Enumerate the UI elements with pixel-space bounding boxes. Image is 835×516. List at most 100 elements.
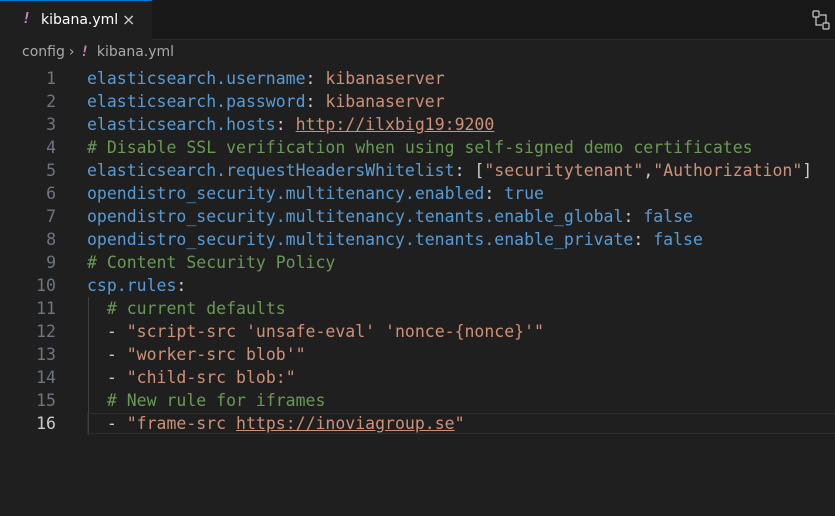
code-token: : <box>176 276 187 295</box>
code-line[interactable]: 14 - "child-src blob:" <box>0 366 835 389</box>
code-text: opendistro_security.multitenancy.tenants… <box>87 228 703 251</box>
code-token: elasticsearch.requestHeadersWhitelist <box>87 161 455 180</box>
code-token: , <box>643 161 654 180</box>
code-text: - "frame-src https://inoviagroup.se" <box>87 412 465 435</box>
code-text: opendistro_security.multitenancy.tenants… <box>87 205 693 228</box>
tab-kibana-yml[interactable]: ! kibana.yml × <box>0 0 152 40</box>
tab-title: kibana.yml <box>41 12 119 28</box>
code-line[interactable]: 4 # Disable SSL verification when using s… <box>0 136 835 159</box>
code-token: opendistro_security.multitenancy.enabled <box>87 184 485 203</box>
code-token: - <box>87 322 127 341</box>
code-text: elasticsearch.hosts: http://ilxbig19:920… <box>87 113 494 136</box>
line-number: 4 <box>46 138 56 157</box>
line-number: 12 <box>36 322 56 341</box>
line-number: 5 <box>46 161 56 180</box>
line-number: 16 <box>36 414 56 433</box>
breadcrumb: config ›! kibana.yml <box>22 44 174 64</box>
code-token: opendistro_security.multitenancy.tenants… <box>87 230 634 249</box>
line-number: 10 <box>36 276 56 295</box>
code-token: - <box>87 414 127 433</box>
code-line[interactable]: 1 elasticsearch.username: kibanaserver <box>0 67 835 90</box>
open-changes-icon[interactable] <box>812 10 830 34</box>
code-line[interactable]: 11 # current defaults <box>0 297 835 320</box>
code-token: - <box>87 345 127 364</box>
breadcrumb-folder[interactable]: config <box>22 44 65 60</box>
code-token: " <box>454 414 465 433</box>
code-text: csp.rules: <box>87 274 186 297</box>
code-token: csp.rules <box>87 276 177 295</box>
code-token: "frame-src <box>126 414 237 433</box>
code-token: elasticsearch.username <box>87 69 306 88</box>
code-text: - "script-src 'unsafe-eval' 'nonce-{nonc… <box>87 320 544 343</box>
code-token: # Content Security Policy <box>87 253 336 272</box>
tab-bar: ! kibana.yml × <box>0 0 835 40</box>
code-token: "script-src 'unsafe-eval' 'nonce-{nonce}… <box>126 322 544 341</box>
code-line[interactable]: 16 - "frame-src https://inoviagroup.se" <box>0 412 835 435</box>
code-text: elasticsearch.username: kibanaserver <box>87 67 445 90</box>
code-text: # New rule for iframes <box>87 389 326 412</box>
code-text: # current defaults <box>87 297 286 320</box>
code-token: # Disable SSL verification when using se… <box>87 138 753 157</box>
code-text: # Disable SSL verification when using se… <box>87 136 753 159</box>
line-number: 2 <box>46 92 56 111</box>
line-number: 11 <box>36 299 56 318</box>
line-number: 9 <box>46 253 56 272</box>
code-token[interactable]: http://ilxbig19:9200 <box>296 115 495 134</box>
code-token: - <box>87 368 127 387</box>
line-number: 3 <box>46 115 56 134</box>
code-line[interactable]: 12 - "script-src 'unsafe-eval' 'nonce-{n… <box>0 320 835 343</box>
code-line[interactable]: 5 elasticsearch.requestHeadersWhitelist: … <box>0 159 835 182</box>
code-token: # New rule for iframes <box>106 391 326 410</box>
code-token: : <box>275 115 296 134</box>
line-number: 6 <box>46 184 56 203</box>
code-line[interactable]: 10 csp.rules: <box>0 274 835 297</box>
code-token: : <box>623 207 644 226</box>
code-token: "securitytenant" <box>484 161 644 180</box>
yaml-file-icon: ! <box>22 9 32 27</box>
code-token: false <box>653 230 703 249</box>
code-token: : <box>305 92 326 111</box>
code-editor[interactable]: 1 elasticsearch.username: kibanaserver 2 el… <box>0 66 835 516</box>
code-token: : <box>305 69 326 88</box>
code-token[interactable]: https://inoviagroup.se <box>236 414 455 433</box>
code-token: "child-src blob:" <box>126 368 296 387</box>
line-number: 7 <box>46 207 56 226</box>
code-token: "Authorization" <box>653 161 803 180</box>
code-token: : <box>633 230 654 249</box>
line-number: 15 <box>36 391 56 410</box>
code-line[interactable]: 13 - "worker-src blob'" <box>0 343 835 366</box>
code-token: true <box>504 184 544 203</box>
code-line[interactable]: 6 opendistro_security.multitenancy.enable… <box>0 182 835 205</box>
line-number: 1 <box>46 69 56 88</box>
code-token: kibanaserver <box>325 69 445 88</box>
code-token: kibanaserver <box>325 92 445 111</box>
yaml-file-icon: ! <box>80 44 89 60</box>
code-token: elasticsearch.password <box>87 92 306 111</box>
code-text: opendistro_security.multitenancy.enabled… <box>87 182 544 205</box>
code-text: elasticsearch.password: kibanaserver <box>87 90 445 113</box>
line-number: 14 <box>36 368 56 387</box>
code-text: - "worker-src blob'" <box>87 343 306 366</box>
code-token: false <box>643 207 693 226</box>
breadcrumb-file[interactable]: kibana.yml <box>97 44 174 60</box>
close-icon[interactable]: × <box>122 10 135 29</box>
code-line[interactable]: 8 opendistro_security.multitenancy.tenant… <box>0 228 835 251</box>
code-line[interactable]: 15 # New rule for iframes <box>0 389 835 412</box>
code-token: elasticsearch.hosts <box>87 115 276 134</box>
code-line[interactable]: 9 # Content Security Policy <box>0 251 835 274</box>
line-number: 13 <box>36 345 56 364</box>
code-text: # Content Security Policy <box>87 251 335 274</box>
code-token: : <box>484 184 505 203</box>
code-line[interactable]: 3 elasticsearch.hosts: http://ilxbig19:92… <box>0 113 835 136</box>
chevron-right-icon: › <box>68 44 75 60</box>
code-text: elasticsearch.requestHeadersWhitelist: [… <box>87 159 812 182</box>
code-token: # current defaults <box>106 299 286 318</box>
code-line[interactable]: 7 opendistro_security.multitenancy.tenant… <box>0 205 835 228</box>
code-token: : [ <box>454 161 485 180</box>
code-token: "worker-src blob'" <box>126 345 306 364</box>
code-token: opendistro_security.multitenancy.tenants… <box>87 207 624 226</box>
code-line[interactable]: 2 elasticsearch.password: kibanaserver <box>0 90 835 113</box>
code-token: ] <box>802 161 813 180</box>
